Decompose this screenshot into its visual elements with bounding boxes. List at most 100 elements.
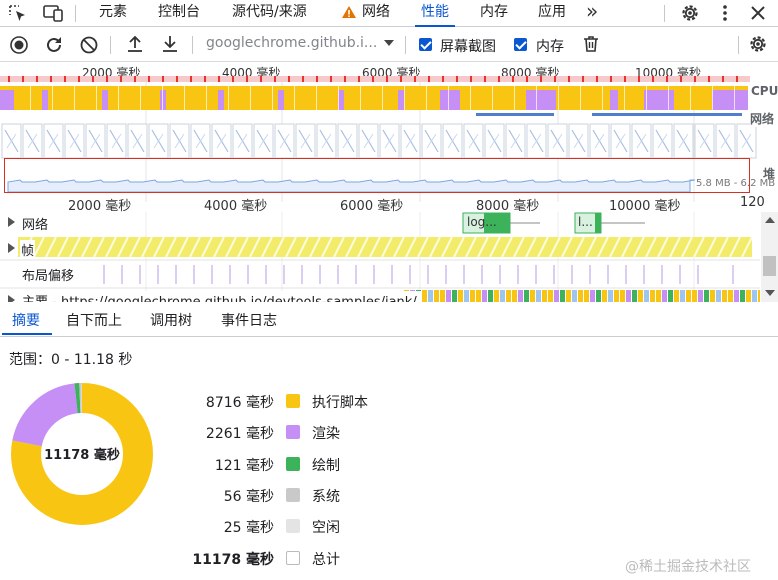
long-task-marker <box>652 76 654 82</box>
main-thread-slice <box>482 290 487 302</box>
long-task-marker <box>526 76 528 82</box>
tracks-area: 网络 log... l... 帧 布局偏移 主要 - https://googl… <box>0 212 760 302</box>
legend-label: 空闲 <box>312 520 340 537</box>
cpu-rendering-area <box>102 90 108 110</box>
long-task-marker <box>456 76 458 82</box>
capture-settings-icon[interactable] <box>748 34 768 54</box>
tab-memory[interactable]: 内存 <box>480 0 508 26</box>
settings-gear-icon[interactable] <box>680 3 700 23</box>
legend-row: 11178 毫秒 总计 <box>190 549 390 569</box>
cpu-rendering-area <box>278 90 284 110</box>
long-task-marker <box>260 76 262 82</box>
reload-record-icon[interactable] <box>44 35 64 55</box>
long-task-marker <box>484 76 486 82</box>
cpu-gap <box>228 86 229 110</box>
cpu-gap <box>294 86 295 110</box>
screenshots-checkbox[interactable] <box>419 38 432 51</box>
long-task-marker <box>540 76 542 82</box>
main-thread-slice <box>626 290 631 302</box>
scroll-down-icon[interactable] <box>765 290 775 297</box>
cpu-gap <box>404 86 405 110</box>
long-task-marker <box>498 76 500 82</box>
main-thread-slice <box>620 290 625 302</box>
long-task-marker <box>302 76 304 82</box>
tab-summary[interactable]: 摘要 <box>12 310 40 330</box>
toolbar-divider <box>738 36 739 54</box>
main-thread-slice <box>428 290 433 302</box>
device-toolbar-icon[interactable] <box>42 4 64 22</box>
cpu-gap <box>96 86 97 110</box>
legend-row: 8716 毫秒 执行脚本 <box>190 392 390 412</box>
tab-elements[interactable]: 元素 <box>99 0 127 26</box>
garbage-collect-icon[interactable] <box>583 35 599 53</box>
upload-icon[interactable] <box>126 34 144 54</box>
tab-event-log[interactable]: 事件日志 <box>221 310 277 330</box>
download-icon[interactable] <box>161 34 179 54</box>
long-task-marker <box>428 76 430 82</box>
tab-bottom-up[interactable]: 自下而上 <box>66 310 122 330</box>
main-thread-slice <box>608 290 613 302</box>
long-task-marker <box>218 76 220 82</box>
recording-select[interactable]: googlechrome.github.i... <box>206 35 377 51</box>
main-thread-slice <box>752 290 757 302</box>
cpu-gap <box>184 86 185 110</box>
main-track-label[interactable]: 主要 - https://googlechrome.github.io/devt… <box>22 291 421 302</box>
memory-checkbox[interactable] <box>514 38 527 51</box>
long-task-marker <box>680 76 682 82</box>
more-tabs-icon[interactable]: » <box>586 0 598 26</box>
record-icon[interactable] <box>10 36 28 54</box>
long-task-marker <box>568 76 570 82</box>
timeline-overview[interactable]: 2000 毫秒 4000 毫秒 6000 毫秒 8000 毫秒 10000 毫秒… <box>0 62 778 202</box>
cpu-gap <box>140 86 141 110</box>
long-task-marker <box>736 76 738 82</box>
main-thread-slice <box>566 290 571 302</box>
main-thread-slice <box>674 290 679 302</box>
main-thread-slice <box>578 290 583 302</box>
frames-track-label[interactable]: 帧 <box>20 240 36 259</box>
inspect-element-icon[interactable] <box>8 4 28 22</box>
legend-value: 121 毫秒 <box>214 457 274 474</box>
tab-sources[interactable]: 源代码/来源 <box>232 0 307 26</box>
expand-frames-icon[interactable] <box>8 243 15 253</box>
tracks-scrollbar[interactable] <box>761 212 778 302</box>
tab-network[interactable]: 网络 <box>362 0 390 26</box>
legend-swatch <box>286 456 300 471</box>
cpu-gap <box>52 86 53 110</box>
tab-call-tree[interactable]: 调用树 <box>150 310 192 330</box>
cpu-gap <box>382 86 383 110</box>
scroll-up-icon[interactable] <box>765 217 775 224</box>
long-task-marker <box>330 76 332 82</box>
expand-main-icon[interactable] <box>8 295 15 302</box>
donut-total: 11178 毫秒 <box>44 448 120 463</box>
cpu-gap <box>250 86 251 110</box>
main-thread-slice <box>710 290 715 302</box>
network-request-item[interactable]: log... <box>467 215 497 229</box>
layout-shift-track-label[interactable]: 布局偏移 <box>22 265 74 284</box>
long-task-marker <box>106 76 108 82</box>
tab-console[interactable]: 控制台 <box>158 0 200 26</box>
long-task-marker <box>64 76 66 82</box>
legend-swatch <box>286 425 300 440</box>
tabbar-divider <box>75 5 76 22</box>
main-thread-slice <box>602 290 607 302</box>
more-options-icon[interactable] <box>718 3 732 23</box>
legend-value: 25 毫秒 <box>223 520 274 537</box>
clear-icon[interactable] <box>79 35 99 55</box>
expand-network-icon[interactable] <box>8 217 15 227</box>
network-request-item[interactable]: l... <box>578 215 593 229</box>
long-task-marker <box>414 76 416 82</box>
cpu-rendering-area <box>398 90 404 110</box>
tab-application[interactable]: 应用 <box>538 0 566 26</box>
close-icon[interactable] <box>750 5 766 21</box>
long-task-marker <box>190 76 192 82</box>
network-track-label[interactable]: 网络 <box>22 214 48 233</box>
scrollbar-thumb[interactable] <box>763 256 776 276</box>
legend-value: 56 毫秒 <box>223 488 274 505</box>
main-thread-slice <box>692 290 697 302</box>
main-thread-slice <box>488 290 493 302</box>
devtools-tabbar: 元素 控制台 源代码/来源 网络 性能 内存 应用 » <box>0 0 778 27</box>
tab-performance[interactable]: 性能 <box>415 0 455 27</box>
chevron-down-icon[interactable] <box>384 40 394 47</box>
cpu-gap <box>30 86 31 110</box>
long-task-marker <box>92 76 94 82</box>
